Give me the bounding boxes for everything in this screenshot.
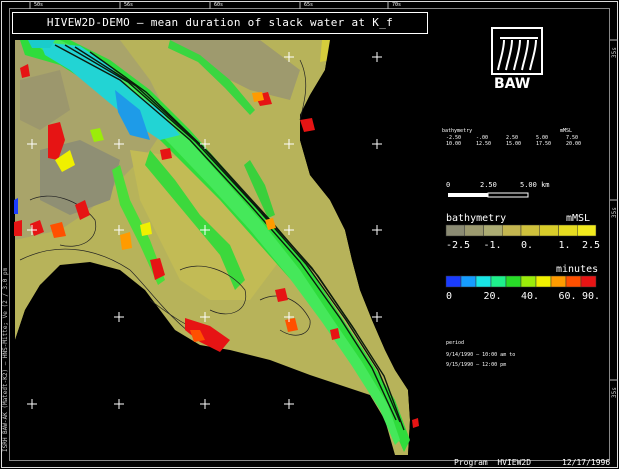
right-tick-2: 35s bbox=[611, 387, 618, 398]
top-tick-4: 70s bbox=[392, 2, 402, 8]
minutes-swatch-6 bbox=[535, 275, 552, 288]
minutes-colorbar bbox=[445, 275, 597, 288]
footer-program: Program HVIEW2D bbox=[454, 458, 532, 467]
top-tick-3: 65s bbox=[304, 2, 314, 8]
logo-text: BAW bbox=[494, 76, 531, 92]
period-label: period bbox=[446, 340, 465, 346]
minutes-tick-0: 0 bbox=[446, 291, 453, 302]
minutes-swatch-5 bbox=[520, 275, 537, 288]
minutes-tick-1: 20. bbox=[483, 291, 502, 302]
minutes-swatch-3 bbox=[490, 275, 507, 288]
bathymetry-swatch-6 bbox=[558, 224, 578, 237]
bathymetry-swatch-7 bbox=[577, 224, 597, 237]
bathymetry-swatch-1 bbox=[464, 224, 484, 237]
minutes-swatch-7 bbox=[550, 275, 567, 288]
bathymetry-colorbar bbox=[445, 224, 597, 237]
map-frame bbox=[1, 1, 618, 468]
minutes-swatch-2 bbox=[475, 275, 492, 288]
small-row_bottom-4: 20.00 bbox=[566, 141, 582, 147]
scale-label-1: 2.50 bbox=[480, 181, 497, 189]
right-tick-1: 35s bbox=[611, 207, 618, 218]
bathymetry-swatch-0 bbox=[445, 224, 465, 237]
bathy-tick-1: -1. bbox=[483, 240, 502, 251]
small-bathy-unit: mMSL bbox=[560, 128, 573, 134]
bathymetry-swatch-4 bbox=[520, 224, 540, 237]
scale-label-0: 0 bbox=[446, 181, 451, 189]
footer-date: 12/17/1996 bbox=[562, 458, 611, 467]
small-row_bottom-3: 17.50 bbox=[536, 141, 552, 147]
bathymetry-swatch-3 bbox=[502, 224, 522, 237]
scale-label-2: 5.00 km bbox=[520, 181, 550, 189]
minutes-tick-3: 60. bbox=[558, 291, 577, 302]
bathymetry-swatch-2 bbox=[483, 224, 503, 237]
top-tick-1: 56s bbox=[124, 2, 134, 8]
right-tick-0: 35s bbox=[611, 47, 618, 58]
small-row_bottom-1: 12.50 bbox=[476, 141, 492, 147]
bathymetry-swatch-5 bbox=[539, 224, 559, 237]
baw-logo-icon bbox=[491, 27, 543, 75]
bathy-legend-title: bathymetry bbox=[446, 213, 507, 224]
bathy-legend-unit: mMSL bbox=[566, 213, 591, 224]
minutes-swatch-9 bbox=[580, 275, 597, 288]
minutes-swatch-0 bbox=[445, 275, 462, 288]
bathy-tick-3: 1. bbox=[558, 240, 571, 251]
small-bathy-label: bathymetry bbox=[442, 128, 473, 134]
minutes-tick-4: 90. bbox=[582, 291, 601, 302]
minutes-legend-title: minutes bbox=[556, 264, 599, 275]
small-row_bottom-2: 15.00 bbox=[506, 141, 522, 147]
bathy-tick-0: -2.5 bbox=[446, 240, 471, 251]
period-end: 9/15/1990 – 12:00 pm bbox=[446, 362, 507, 368]
small-row_bottom-0: 10.00 bbox=[446, 141, 462, 147]
minutes-swatch-4 bbox=[505, 275, 522, 288]
period-start: 9/14/1990 – 10:00 am to bbox=[446, 352, 516, 358]
minutes-swatch-8 bbox=[565, 275, 582, 288]
bathy-tick-2: 0. bbox=[521, 240, 534, 251]
top-tick-2: 60s bbox=[214, 2, 224, 8]
map-title: HIVEW2D-DEMO — mean duration of slack wa… bbox=[46, 16, 394, 29]
scale-bar bbox=[448, 192, 529, 198]
minutes-swatch-1 bbox=[460, 275, 477, 288]
top-tick-0: 50s bbox=[34, 2, 44, 8]
left-side-label: ISRH BAW-AK (Matedt-K2) — HNS-Mitte; Ve … bbox=[2, 267, 9, 452]
minutes-tick-2: 40. bbox=[521, 291, 540, 302]
bathy-tick-4: 2.5 bbox=[582, 240, 601, 251]
title-box: HIVEW2D-DEMO — mean duration of slack wa… bbox=[12, 12, 428, 34]
